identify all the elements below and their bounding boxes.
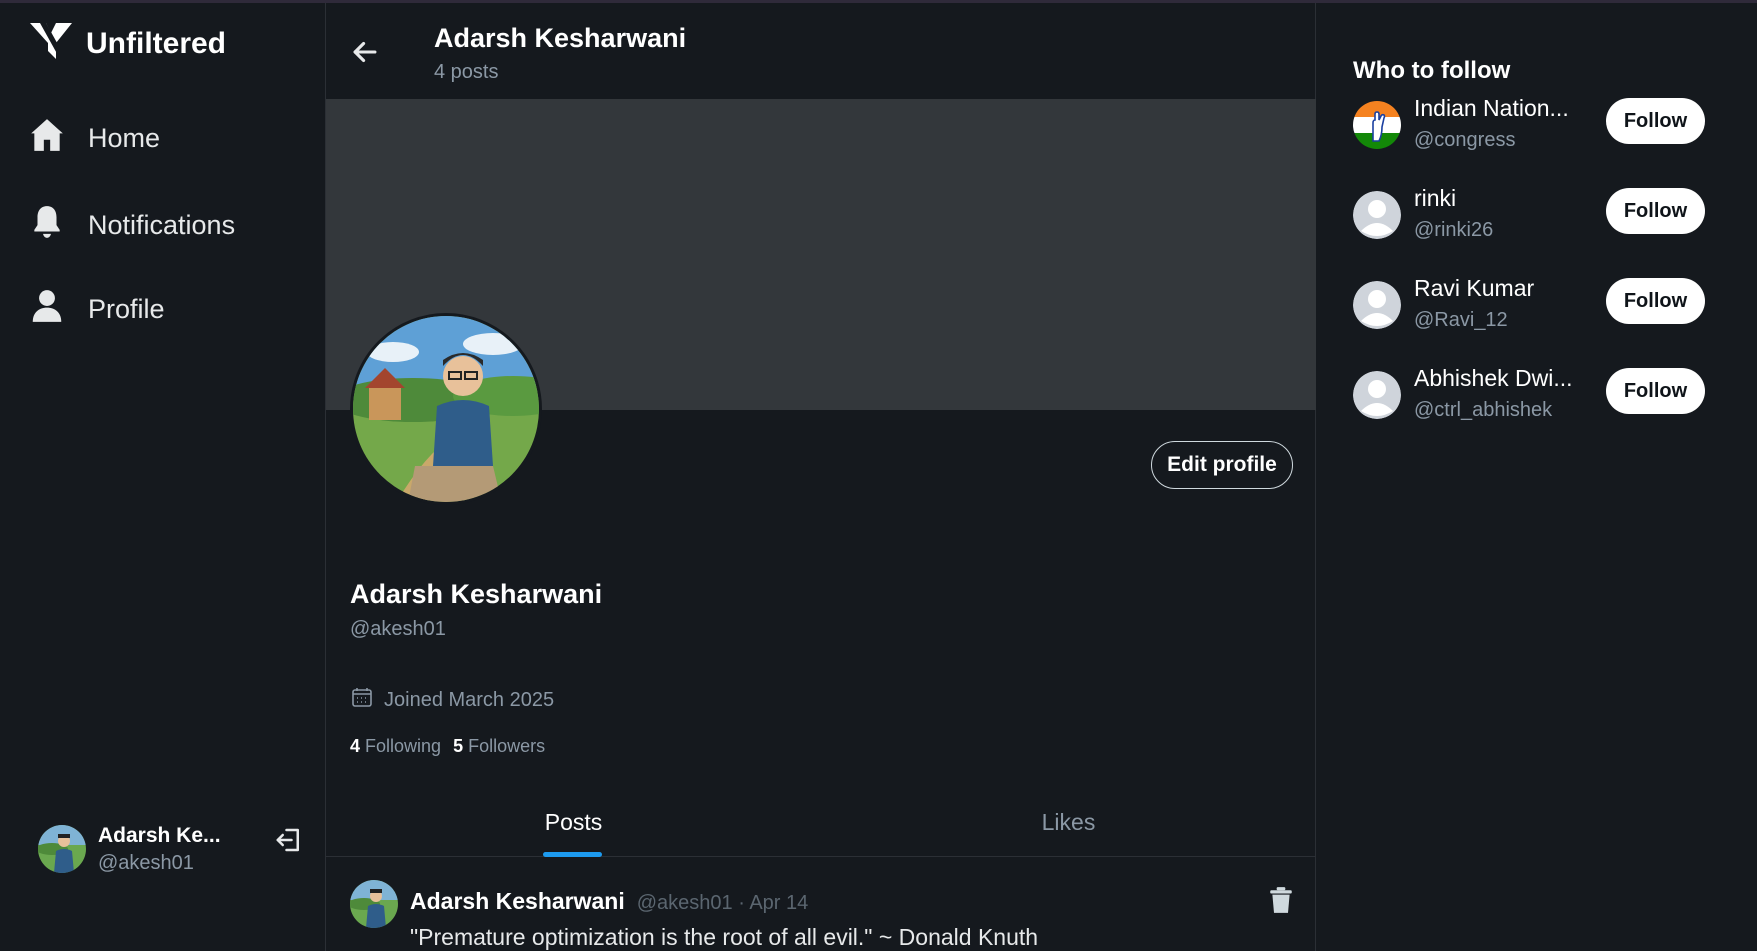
suggestion-handle: @ctrl_abhishek — [1414, 399, 1553, 421]
followers-label: Followers — [468, 736, 546, 756]
user-icon — [28, 287, 66, 332]
following-count: 4 — [350, 736, 361, 756]
app-logo[interactable]: Unfiltered — [30, 21, 226, 66]
profile-name: Adarsh Kesharwani — [350, 579, 603, 609]
right-sidebar: Who to follow Indian Nation... @congress… — [1316, 3, 1757, 951]
profile-tabs: Posts Likes — [326, 787, 1316, 857]
avatar — [38, 825, 86, 873]
avatar[interactable] — [350, 880, 398, 928]
joined-text: Joined March 2025 — [384, 688, 555, 711]
app-name: Unfiltered — [86, 26, 227, 60]
active-tab-indicator — [543, 852, 602, 857]
profile-avatar[interactable] — [350, 313, 542, 505]
suggestion-handle: @Ravi_12 — [1414, 309, 1508, 331]
follow-button[interactable]: Follow — [1606, 188, 1705, 234]
followers-count: 5 — [453, 736, 464, 756]
suggestion-item[interactable]: Indian Nation... @congress Follow — [1353, 95, 1723, 155]
profile-main: Adarsh Kesharwani 4 posts Edit profile A… — [326, 3, 1316, 951]
tab-likes[interactable]: Likes — [821, 787, 1316, 857]
tab-label: Posts — [544, 808, 603, 835]
who-to-follow-title: Who to follow — [1353, 57, 1511, 84]
suggestion-handle: @rinki26 — [1414, 219, 1494, 241]
post-author[interactable]: Adarsh Kesharwani — [410, 888, 625, 915]
current-user-name: Adarsh Ke... — [98, 823, 221, 847]
joined-date: Joined March 2025 — [350, 685, 554, 715]
page-title: Adarsh Kesharwani — [434, 23, 687, 53]
following-stat[interactable]: 4 Following — [350, 736, 441, 757]
suggestion-item[interactable]: Ravi Kumar @Ravi_12 Follow — [1353, 275, 1723, 335]
follow-button[interactable]: Follow — [1606, 98, 1705, 144]
tab-label: Likes — [1041, 808, 1096, 835]
left-sidebar: Unfiltered Home Notifications Profile Ad… — [0, 3, 326, 951]
followers-stat[interactable]: 5 Followers — [453, 736, 545, 757]
suggestion-item[interactable]: rinki @rinki26 Follow — [1353, 185, 1723, 245]
following-label: Following — [365, 736, 442, 756]
current-user-handle: @akesh01 — [98, 851, 194, 874]
suggestion-item[interactable]: Abhishek Dwi... @ctrl_abhishek Follow — [1353, 365, 1723, 425]
trash-icon[interactable] — [1268, 886, 1294, 914]
post-count: 4 posts — [434, 61, 499, 83]
calendar-icon — [350, 685, 374, 715]
follow-stats: 4 Following 5 Followers — [350, 736, 545, 757]
post-meta: @akesh01 · Apr 14 — [636, 892, 809, 914]
current-user-card[interactable]: Adarsh Ke... @akesh01 — [38, 819, 308, 879]
post-text: "Premature optimization is the root of a… — [410, 924, 1039, 950]
tab-posts[interactable]: Posts — [326, 787, 821, 857]
home-icon — [28, 116, 66, 161]
suggestion-name[interactable]: Ravi Kumar — [1414, 275, 1584, 302]
follow-button[interactable]: Follow — [1606, 278, 1705, 324]
suggestion-handle: @congress — [1414, 129, 1516, 151]
sidebar-item-label: Notifications — [88, 210, 236, 240]
sidebar-item-home[interactable]: Home — [28, 116, 160, 161]
sidebar-item-label: Home — [88, 123, 161, 153]
logo-icon — [30, 21, 72, 66]
profile-handle: @akesh01 — [350, 618, 446, 640]
default-avatar-icon — [1353, 191, 1401, 239]
default-avatar-icon — [1353, 371, 1401, 419]
suggestion-name[interactable]: rinki — [1414, 185, 1584, 212]
party-logo-avatar — [1353, 101, 1401, 149]
back-arrow-icon[interactable] — [348, 35, 382, 69]
profile-header: Adarsh Kesharwani 4 posts — [326, 3, 1316, 99]
edit-profile-button[interactable]: Edit profile — [1151, 441, 1293, 489]
follow-button[interactable]: Follow — [1606, 368, 1705, 414]
post-item[interactable]: Adarsh Kesharwani @akesh01 · Apr 14 "Pre… — [326, 858, 1316, 951]
suggestion-name[interactable]: Abhishek Dwi... — [1414, 365, 1584, 392]
logout-icon[interactable] — [274, 825, 304, 855]
sidebar-item-profile[interactable]: Profile — [28, 287, 165, 332]
bell-icon — [28, 203, 66, 248]
sidebar-item-notifications[interactable]: Notifications — [28, 203, 235, 248]
default-avatar-icon — [1353, 281, 1401, 329]
sidebar-item-label: Profile — [88, 294, 165, 324]
suggestion-name[interactable]: Indian Nation... — [1414, 95, 1584, 122]
